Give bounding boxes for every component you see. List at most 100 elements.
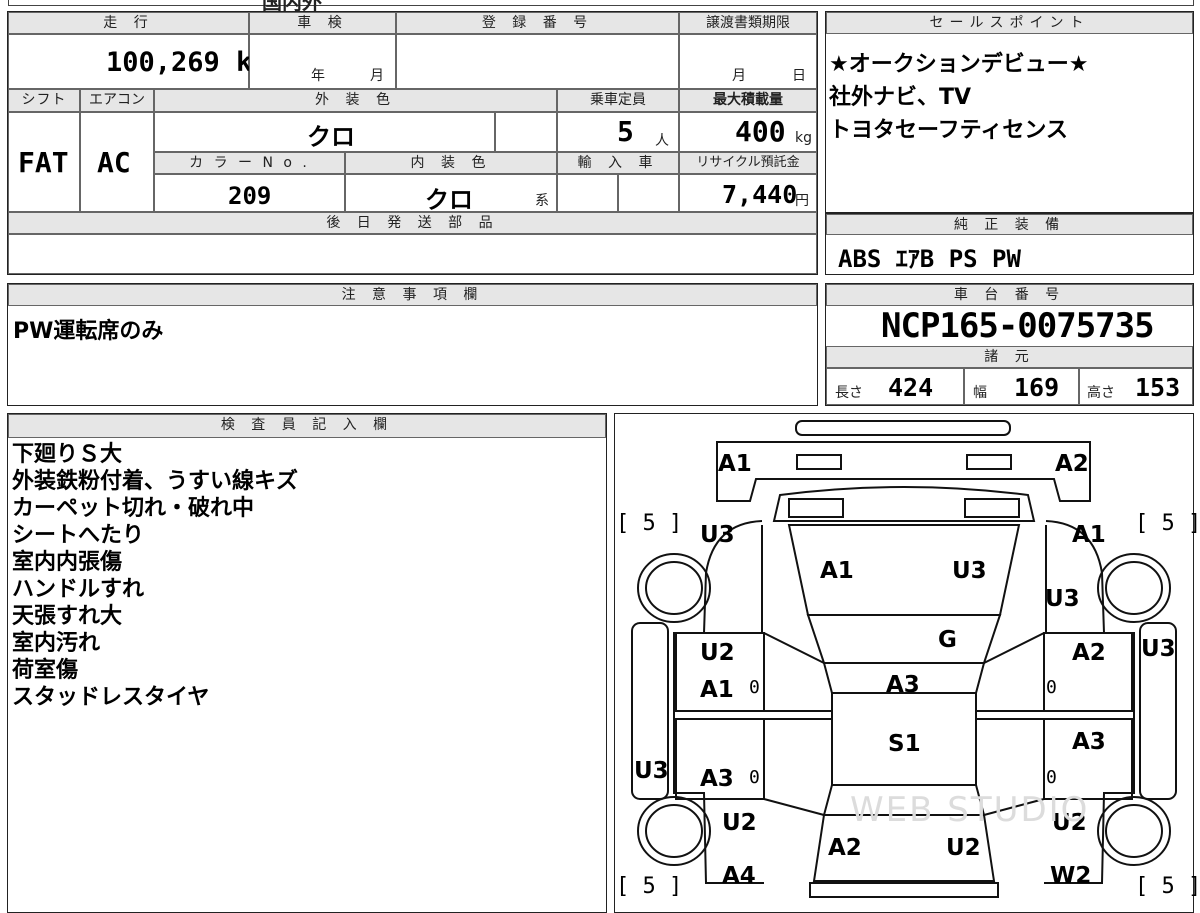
color-no-value: 209: [228, 182, 272, 210]
damage-mark: U3: [634, 758, 669, 784]
notes-header: 注 意 事 項 欄: [8, 284, 817, 306]
exterior-color-header: 外 装 色: [154, 89, 557, 112]
mileage-header: 走 行: [8, 12, 249, 34]
damage-mark: W2: [1050, 863, 1092, 889]
top-strip: [8, 0, 1194, 6]
chassis-number: NCP165-0075735: [881, 306, 1155, 346]
damage-mark: U2: [722, 810, 757, 836]
damage-mark: G: [938, 627, 957, 653]
tire-mark-front-left: [ 5 ]: [616, 511, 683, 536]
tire-mark-front-right: [ 5 ]: [1135, 511, 1200, 536]
recycle-unit: 円: [795, 193, 809, 209]
capacity-unit: 人: [655, 133, 669, 149]
inspector-line: カーペット切れ・破れ中: [12, 496, 255, 521]
damage-mark: A4: [722, 863, 756, 889]
capacity-header: 乗車定員: [557, 89, 679, 112]
transfer-month: 月: [732, 68, 746, 84]
registration-header: 登 録 番 号: [396, 12, 679, 34]
color-no-header: カ ラ ー N o .: [154, 152, 345, 174]
inspector-line: 室内内張傷: [12, 550, 123, 575]
transfer-day: 日: [792, 68, 806, 84]
inspector-line: 外装鉄粉付着、うすい線キズ: [12, 469, 299, 494]
front-bumper-strip: [795, 420, 1011, 436]
notes-text: PW運転席のみ: [13, 319, 164, 344]
max-load-unit: kg: [795, 130, 812, 146]
sales-point-line: トヨタセーフティセンス: [829, 118, 1068, 143]
inspection-month: 月: [370, 68, 384, 84]
inspector-line: シートへたり: [12, 523, 145, 548]
damage-mark: A1: [718, 451, 752, 477]
windshield: [806, 614, 1002, 664]
tire-mark-rear-right: [ 5 ]: [1135, 874, 1200, 899]
chassis-header: 車 台 番 号: [826, 284, 1193, 306]
grille-left: [788, 498, 844, 518]
front-lamp-left: [796, 454, 842, 470]
inspector-line: 天張すれ大: [12, 604, 123, 629]
import-cell-a: [557, 174, 618, 212]
inspector-header: 検 査 員 記 入 欄: [8, 414, 606, 438]
import-header: 輸 入 車: [557, 152, 679, 174]
damage-mark: A1: [700, 677, 734, 703]
exterior-color-extra: [495, 112, 557, 152]
damage-mark: U3: [952, 558, 987, 584]
damage-mark: A2: [1055, 451, 1089, 477]
damage-mark: U3: [700, 522, 735, 548]
sales-point-line: 社外ナビ、TV: [829, 85, 972, 110]
width-value: 169: [1014, 373, 1060, 402]
registration-cell: [396, 34, 679, 89]
transfer-header: 譲渡書類期限: [679, 12, 817, 34]
damage-mark: A2: [828, 835, 862, 861]
sales-points-header: セールスポイント: [826, 12, 1193, 34]
wheel-front-right: [1097, 553, 1171, 623]
wheel-front-left: [637, 553, 711, 623]
damage-mark: A1: [820, 558, 854, 584]
interior-color-suffix: 系: [535, 193, 549, 209]
damage-mark: A2: [1072, 640, 1106, 666]
max-load-value: 400: [735, 115, 786, 148]
ac-header: エアコン: [80, 89, 154, 112]
inspector-line: ハンドルすれ: [12, 577, 145, 602]
ac-value: AC: [97, 146, 131, 179]
interior-color-header: 内 装 色: [345, 152, 557, 174]
length-label: 長さ: [835, 385, 863, 401]
front-bumper: [716, 441, 1091, 502]
height-label: 高さ: [1087, 385, 1115, 401]
damage-mark: A1: [1072, 522, 1106, 548]
zero-mark: 0: [1046, 767, 1057, 788]
zero-mark: 0: [749, 677, 760, 698]
mileage-value: 100,269 km: [106, 47, 269, 78]
damage-mark: U2: [946, 835, 981, 861]
zero-mark: 0: [1046, 677, 1057, 698]
capacity-value: 5: [617, 115, 634, 148]
hood-top: [772, 486, 1036, 522]
inspector-line: 下廻りＳ大: [12, 442, 123, 467]
rear-bumper: [809, 882, 999, 898]
damage-mark: A3: [1072, 729, 1106, 755]
later-parts-cell: [8, 234, 817, 274]
front-lamp-right: [966, 454, 1012, 470]
width-label: 幅: [973, 385, 987, 401]
max-load-header: 最大積載量: [679, 89, 817, 112]
inspector-line: 荷室傷: [12, 658, 79, 683]
wheel-rear-right: [1097, 796, 1171, 866]
recycle-value: 7,440: [722, 180, 798, 209]
shift-value: FAT: [18, 146, 69, 179]
exterior-color-value: クロ: [307, 123, 355, 151]
watermark: WEB STUDIO: [850, 790, 1090, 830]
dims-header: 諸 元: [826, 346, 1193, 368]
import-cell-b: [618, 174, 679, 212]
sales-point-line: ★オークションデビュー★: [829, 52, 1089, 77]
genuine-equipment-value: ABS ｴｱB PS PW: [838, 245, 1021, 273]
height-value: 153: [1135, 373, 1181, 402]
recycle-header: リサイクル預託金: [679, 152, 817, 174]
damage-mark: U3: [1141, 636, 1176, 662]
grille-right: [964, 498, 1020, 518]
inspection-year: 年: [311, 68, 325, 84]
inspection-header: 車 検: [249, 12, 396, 34]
damage-mark: A3: [700, 766, 734, 792]
damage-mark: A3: [886, 672, 920, 698]
wheel-rear-left: [637, 796, 711, 866]
inspector-lines: 下廻りＳ大 外装鉄粉付着、うすい線キズ カーペット切れ・破れ中 シートへたり 室…: [12, 441, 298, 711]
inspector-line: スタッドレスタイヤ: [12, 685, 210, 710]
interior-color-value: クロ: [425, 186, 473, 214]
